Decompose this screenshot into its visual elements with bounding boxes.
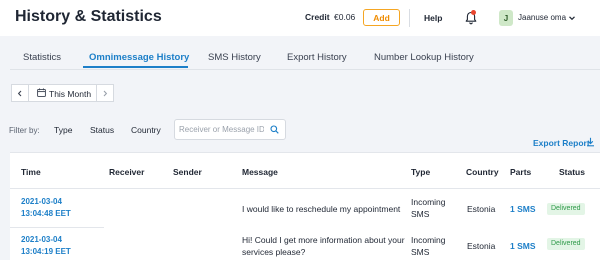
- row-message-line1: Hi! Could I get more information about y…: [242, 235, 405, 245]
- tab-export-history[interactable]: Export History: [287, 52, 347, 63]
- row-country: Estonia: [467, 204, 496, 214]
- column-header-sender: Sender: [173, 167, 202, 177]
- help-link[interactable]: Help: [424, 13, 442, 23]
- tab-omnimessage-history[interactable]: Omnimessage History: [89, 52, 189, 63]
- row-type-line2: SMS: [411, 209, 430, 219]
- tab-statistics[interactable]: Statistics: [23, 52, 61, 63]
- next-period-button[interactable]: [96, 84, 114, 102]
- credit-value: €0.06: [334, 12, 356, 22]
- export-report-link[interactable]: Export Report: [533, 138, 590, 148]
- row-country: Estonia: [467, 241, 496, 251]
- column-header-receiver: Receiver: [109, 167, 145, 177]
- user-name[interactable]: Jaanuse oma: [518, 13, 566, 22]
- status-badge: Delivered: [547, 238, 585, 250]
- chevron-down-icon[interactable]: [568, 14, 576, 22]
- tab-sms-history[interactable]: SMS History: [208, 52, 261, 63]
- table-header-divider: [10, 188, 600, 189]
- row-time-date[interactable]: 2021-03-04: [21, 234, 62, 246]
- row-time-date[interactable]: 2021-03-04: [21, 196, 62, 208]
- tab-number-lookup-history[interactable]: Number Lookup History: [374, 52, 474, 63]
- row-time-clock[interactable]: 13:04:48 EET: [21, 208, 71, 220]
- search-icon[interactable]: [270, 125, 279, 134]
- row-type-line1: Incoming: [411, 235, 446, 245]
- tabs-divider: [10, 69, 600, 70]
- page-title: History & Statistics: [15, 8, 162, 25]
- row-message: I would like to reschedule my appointmen…: [242, 204, 401, 214]
- filter-country[interactable]: Country: [131, 125, 161, 135]
- chevron-left-icon: [17, 90, 22, 96]
- notification-dot: [471, 10, 476, 15]
- column-header-country: Country: [466, 167, 499, 177]
- row-parts[interactable]: 1 SMS: [510, 240, 536, 252]
- previous-period-button[interactable]: [11, 84, 29, 102]
- add-credit-button[interactable]: Add: [363, 9, 400, 26]
- row-type-line2: SMS: [411, 247, 430, 257]
- filter-by-label: Filter by:: [9, 126, 40, 135]
- search-input[interactable]: [179, 122, 264, 136]
- chevron-right-icon: [103, 90, 108, 96]
- header-divider: [409, 9, 410, 27]
- row-divider: [10, 227, 104, 228]
- column-header-type: Type: [411, 167, 431, 177]
- column-header-time: Time: [21, 167, 41, 177]
- row-time-clock[interactable]: 13:04:19 EET: [21, 246, 71, 258]
- active-tab-indicator: [83, 66, 188, 68]
- column-header-message: Message: [242, 167, 278, 177]
- column-header-status: Status: [559, 167, 585, 177]
- row-message-line2: services please?: [242, 247, 306, 257]
- calendar-icon: [37, 88, 46, 97]
- credit-label: Credit: [305, 12, 330, 22]
- column-header-parts: Parts: [510, 167, 532, 177]
- filter-type[interactable]: Type: [54, 125, 72, 135]
- status-badge: Delivered: [547, 203, 585, 215]
- row-type-line1: Incoming: [411, 197, 446, 207]
- period-label: This Month: [49, 89, 92, 99]
- download-icon[interactable]: [586, 137, 595, 147]
- filter-status[interactable]: Status: [90, 125, 114, 135]
- avatar[interactable]: J: [499, 10, 513, 26]
- row-parts[interactable]: 1 SMS: [510, 203, 536, 215]
